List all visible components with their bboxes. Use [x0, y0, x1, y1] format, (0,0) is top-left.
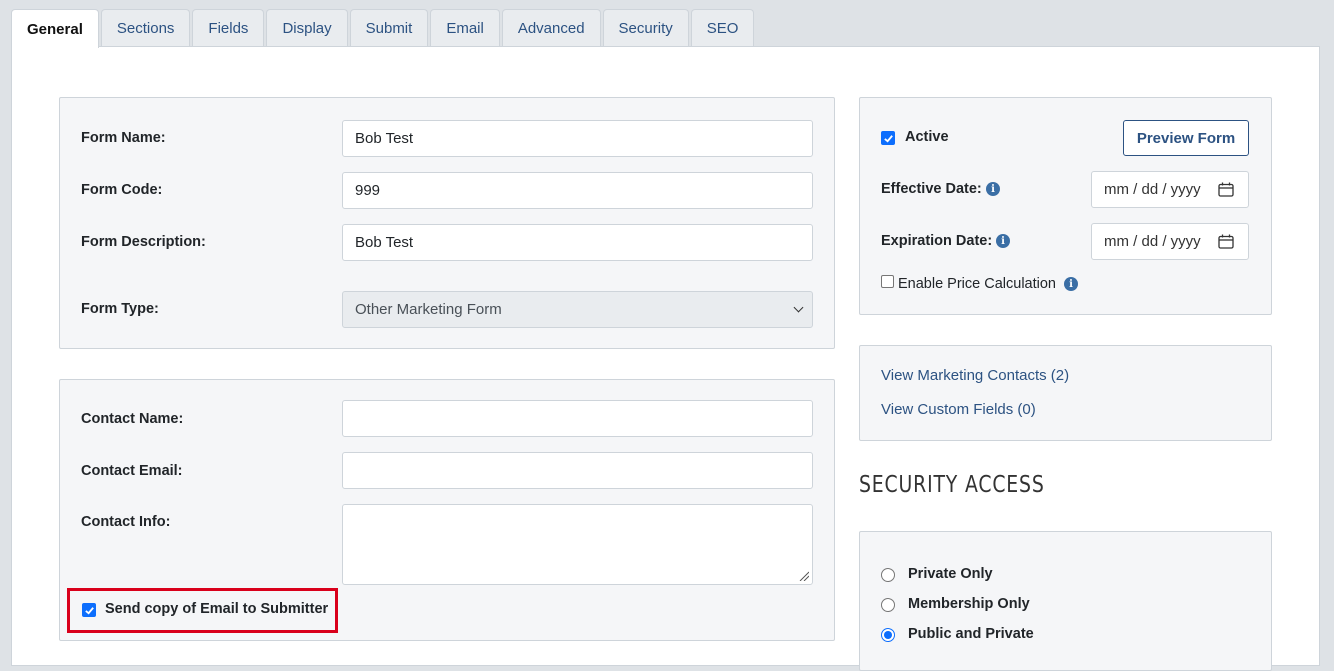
form-description-label: Form Description: [81, 234, 206, 250]
tab-advanced[interactable]: Advanced [501, 9, 601, 47]
tab-submit[interactable]: Submit [349, 9, 429, 47]
private-only-label[interactable]: Private Only [908, 566, 993, 582]
security-access-heading: SECURITY ACCESS [859, 472, 1045, 498]
tab-sections[interactable]: Sections [100, 9, 191, 47]
contact-name-input[interactable] [342, 400, 813, 437]
expiration-date-input[interactable]: mm / dd / yyyy [1091, 223, 1249, 260]
price-calculation-checkbox[interactable] [881, 275, 894, 288]
form-type-select[interactable]: Other Marketing Form [342, 291, 813, 328]
calendar-icon[interactable] [1218, 234, 1234, 249]
form-description-input[interactable]: Bob Test [342, 224, 813, 261]
form-code-label: Form Code: [81, 182, 163, 198]
expiration-date-placeholder: mm / dd / yyyy [1104, 233, 1201, 250]
contact-name-label: Contact Name: [81, 411, 184, 427]
public-and-private-label[interactable]: Public and Private [908, 626, 1034, 642]
send-copy-label[interactable]: Send copy of Email to Submitter [105, 601, 328, 617]
tab-fields[interactable]: Fields [192, 9, 265, 47]
view-marketing-contacts-link[interactable]: View Marketing Contacts (2) [881, 367, 1069, 384]
form-name-label: Form Name: [81, 130, 166, 146]
active-label[interactable]: Active [905, 129, 949, 145]
checkmark-icon [883, 134, 893, 143]
contact-email-input[interactable] [342, 452, 813, 489]
membership-only-label[interactable]: Membership Only [908, 596, 1030, 612]
resize-handle-icon[interactable] [799, 571, 809, 581]
form-code-input[interactable]: 999 [342, 172, 813, 209]
expiration-date-label: Expiration Date: [881, 233, 993, 249]
links-panel: View Marketing Contacts (2) View Custom … [859, 345, 1272, 441]
form-name-input[interactable]: Bob Test [342, 120, 813, 157]
form-details-panel: Form Name: Bob Test Form Code: 999 Form … [59, 97, 835, 349]
public-and-private-radio[interactable] [881, 628, 895, 642]
info-icon[interactable]: i [1064, 277, 1078, 291]
tab-seo[interactable]: SEO [690, 9, 755, 47]
info-icon[interactable]: i [996, 234, 1010, 248]
status-panel: Active Preview Form Effective Date: i mm… [859, 97, 1272, 315]
tab-bar: General Sections Fields Display Submit E… [11, 9, 756, 48]
checkmark-icon [84, 606, 94, 615]
calendar-icon[interactable] [1218, 182, 1234, 197]
tab-email[interactable]: Email [430, 9, 500, 47]
effective-date-input[interactable]: mm / dd / yyyy [1091, 171, 1249, 208]
tab-general[interactable]: General [11, 9, 99, 48]
price-calculation-label[interactable]: Enable Price Calculation [898, 276, 1056, 292]
preview-form-button[interactable]: Preview Form [1123, 120, 1249, 156]
form-type-value: Other Marketing Form [355, 301, 502, 318]
contact-email-label: Contact Email: [81, 463, 183, 479]
contact-info-textarea[interactable] [342, 504, 813, 585]
tab-security[interactable]: Security [602, 9, 689, 47]
active-checkbox[interactable] [881, 131, 895, 145]
effective-date-label: Effective Date: [881, 181, 982, 197]
effective-date-placeholder: mm / dd / yyyy [1104, 181, 1201, 198]
info-icon[interactable]: i [986, 182, 1000, 196]
security-access-panel: Private Only Membership Only Public and … [859, 531, 1272, 671]
contact-panel: Contact Name: Contact Email: Contact Inf… [59, 379, 835, 641]
view-custom-fields-link[interactable]: View Custom Fields (0) [881, 401, 1036, 418]
tab-content: Form Name: Bob Test Form Code: 999 Form … [11, 46, 1320, 671]
chevron-down-icon [793, 302, 804, 313]
send-copy-checkbox[interactable] [82, 603, 96, 617]
form-type-label: Form Type: [81, 301, 159, 317]
private-only-radio[interactable] [881, 568, 895, 582]
contact-info-label: Contact Info: [81, 514, 171, 530]
membership-only-radio[interactable] [881, 598, 895, 612]
tab-display[interactable]: Display [266, 9, 348, 47]
